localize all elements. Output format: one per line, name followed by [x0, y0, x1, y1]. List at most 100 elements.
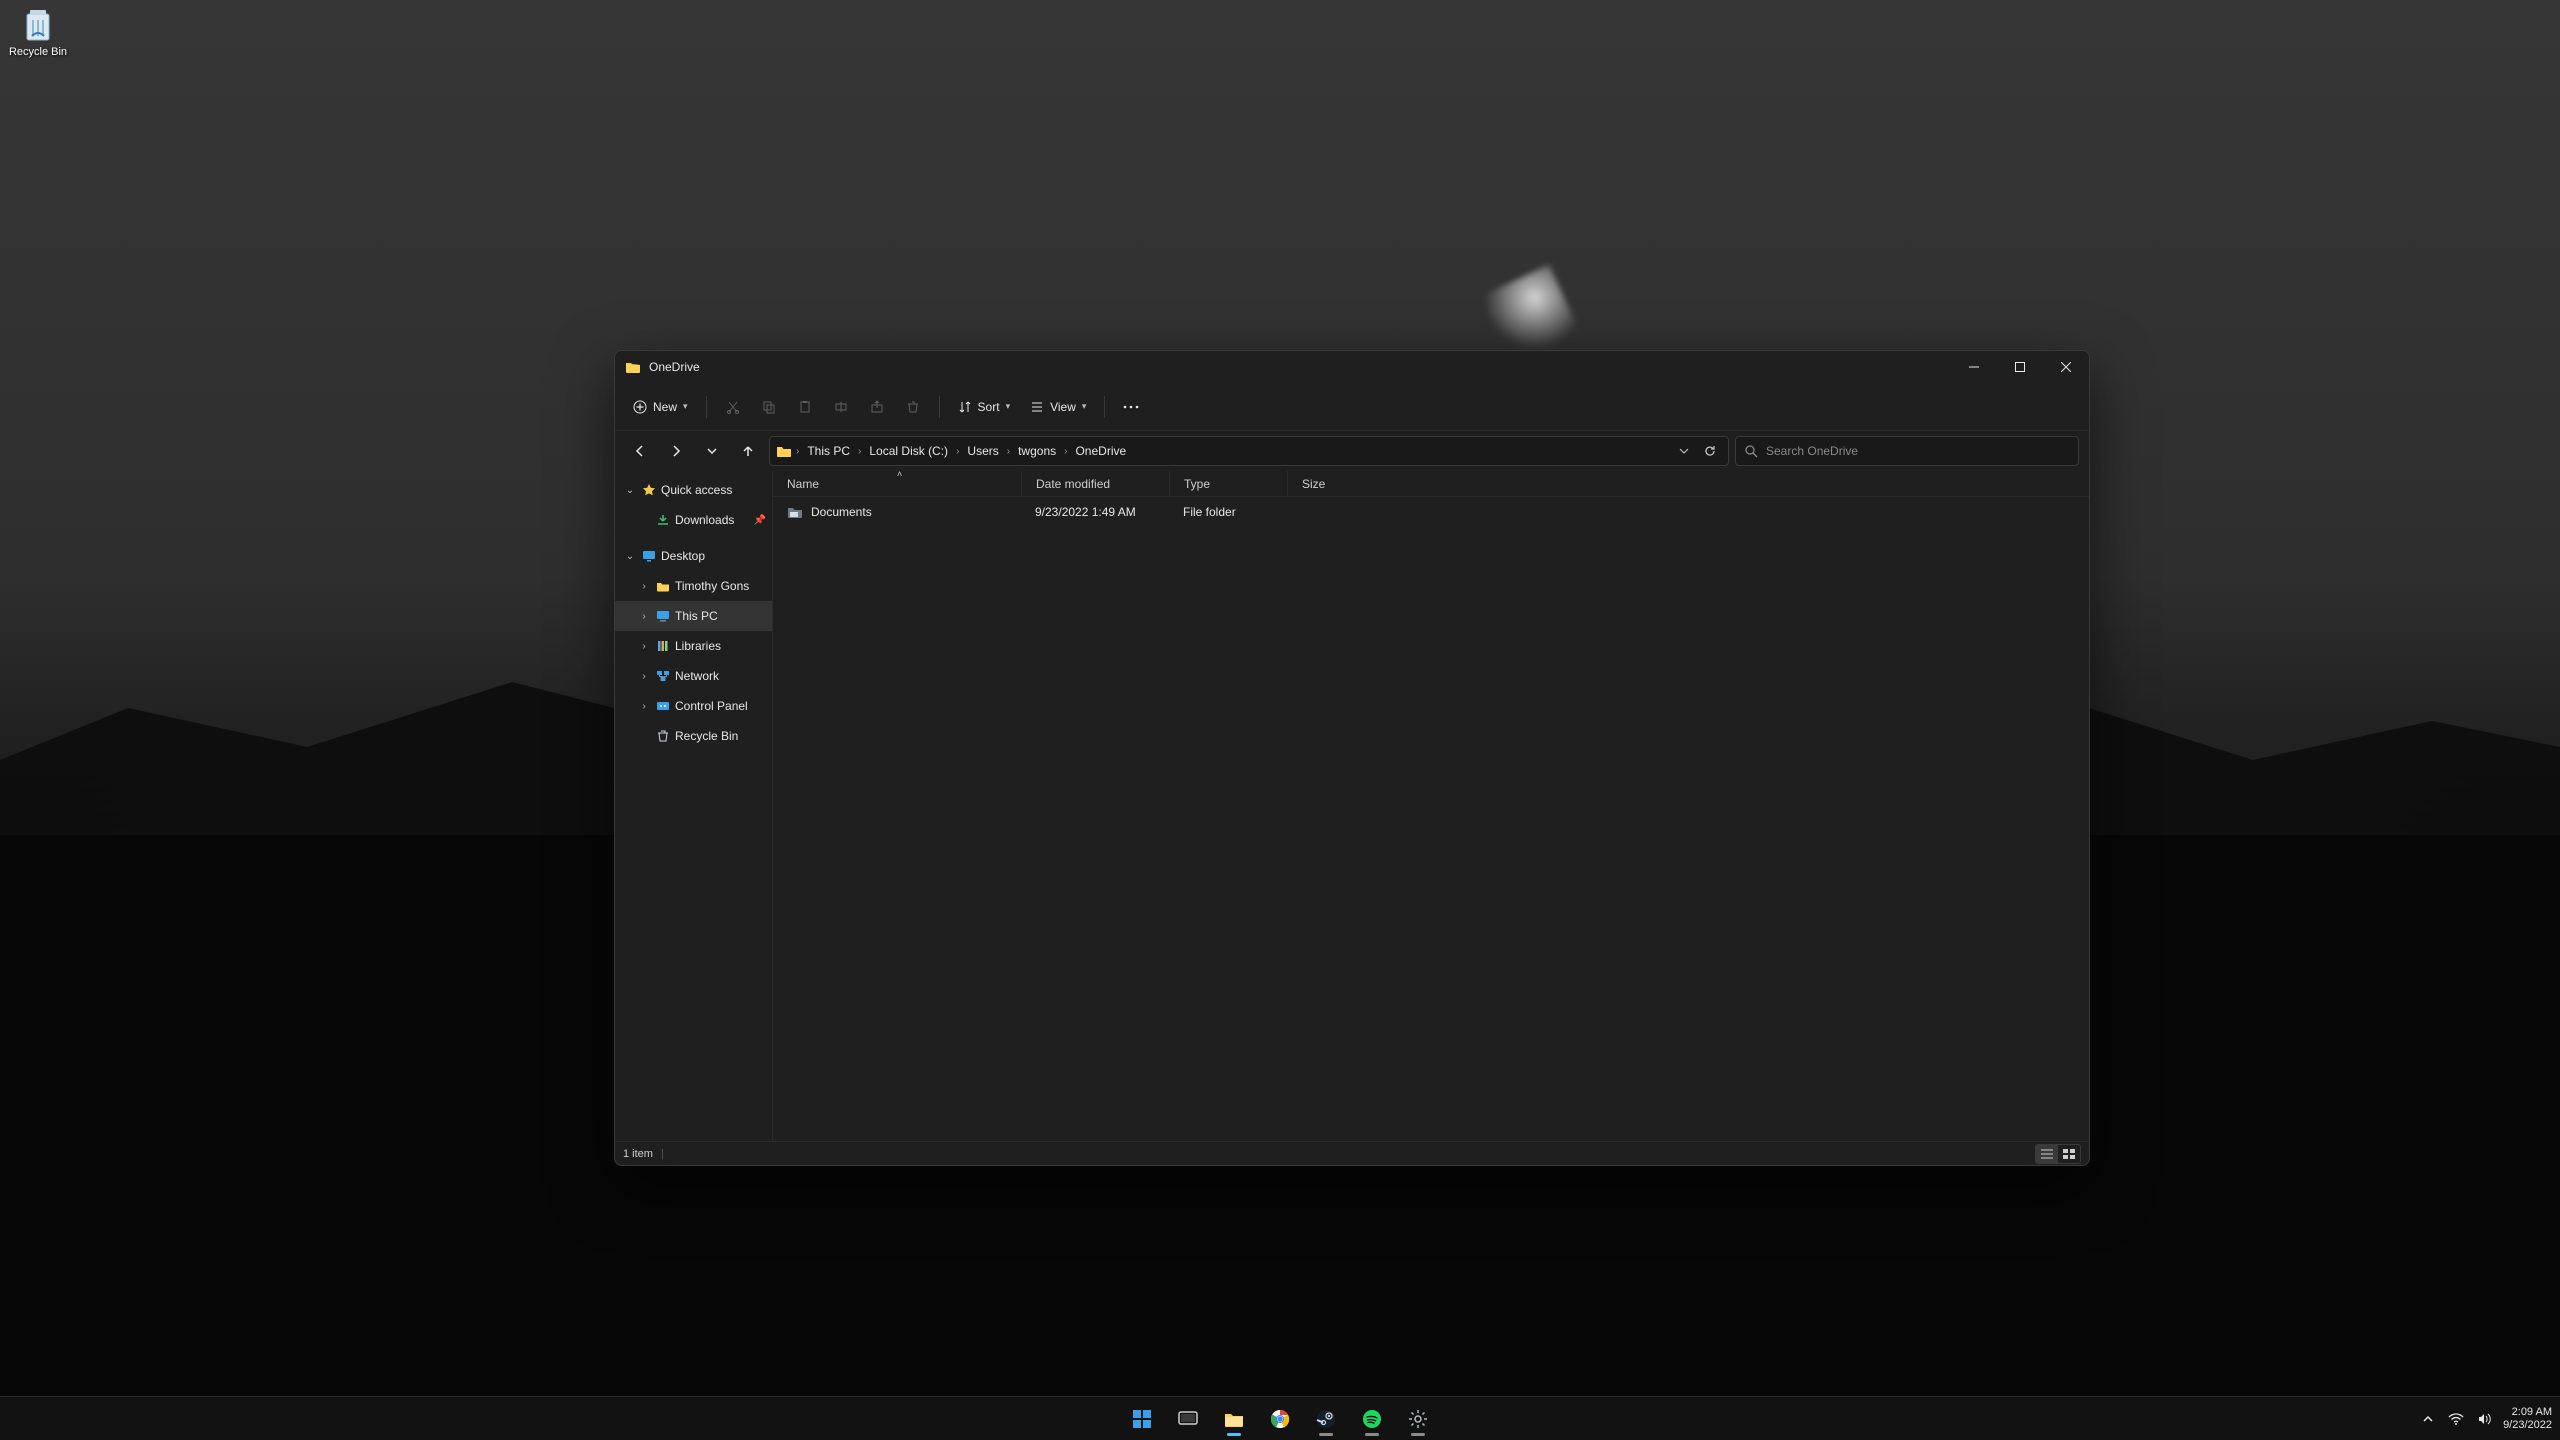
chevron-right-icon: ›	[858, 446, 861, 457]
taskbar-time: 2:09 AM	[2503, 1406, 2552, 1419]
recycle-bin-icon	[21, 6, 55, 44]
search-input[interactable]	[1766, 444, 2070, 458]
taskbar-chrome[interactable]	[1260, 1399, 1300, 1439]
command-bar: New ▾ Sort ▾ View ▾	[615, 383, 2089, 431]
back-button[interactable]	[625, 436, 655, 466]
file-date: 9/23/2022 1:49 AM	[1021, 505, 1169, 519]
breadcrumb-this-pc[interactable]: This PC	[803, 442, 854, 460]
chevron-right-icon: ›	[1064, 446, 1067, 457]
chevron-right-icon: ›	[796, 446, 799, 457]
sidebar-this-pc[interactable]: › This PC	[615, 601, 772, 631]
minimize-button[interactable]	[1951, 351, 1997, 383]
column-name[interactable]: Name ˄	[773, 471, 1021, 496]
tray-overflow[interactable]	[2419, 1410, 2437, 1428]
sort-button[interactable]: Sort ▾	[950, 391, 1019, 423]
volume-icon[interactable]	[2475, 1410, 2493, 1428]
maximize-button[interactable]	[1997, 351, 2043, 383]
ellipsis-icon	[1123, 405, 1139, 409]
chevron-down-icon: ⌄	[623, 485, 637, 496]
status-bar: 1 item |	[615, 1141, 2089, 1165]
recent-button[interactable]	[697, 436, 727, 466]
breadcrumb-users[interactable]: Users	[963, 442, 1002, 460]
copy-icon	[762, 400, 776, 414]
chevron-down-icon: ▾	[683, 401, 688, 412]
sidebar-quick-access[interactable]: ⌄ Quick access	[615, 475, 772, 505]
table-row[interactable]: Documents 9/23/2022 1:49 AM File folder	[773, 497, 2089, 527]
sidebar-network[interactable]: › Network	[615, 661, 772, 691]
sidebar-control-panel[interactable]: › Control Panel	[615, 691, 772, 721]
view-icon	[1030, 400, 1044, 414]
file-type: File folder	[1169, 505, 1287, 519]
chevron-right-icon: ›	[956, 446, 959, 457]
share-icon	[870, 400, 884, 414]
new-icon	[633, 400, 647, 414]
share-button[interactable]	[861, 391, 893, 423]
star-icon	[641, 482, 657, 498]
chrome-icon	[1270, 1409, 1290, 1429]
forward-button[interactable]	[661, 436, 691, 466]
up-button[interactable]	[733, 436, 763, 466]
close-button[interactable]	[2043, 351, 2089, 383]
recycle-bin-icon	[655, 728, 671, 744]
sort-icon	[958, 400, 972, 414]
folder-icon	[655, 578, 671, 594]
windows-icon	[1132, 1409, 1152, 1429]
view-button[interactable]: View ▾	[1022, 391, 1094, 423]
taskbar-settings[interactable]	[1398, 1399, 1438, 1439]
folder-icon	[625, 359, 641, 375]
refresh-button[interactable]	[1698, 439, 1722, 463]
breadcrumb-onedrive[interactable]: OneDrive	[1071, 442, 1130, 460]
cut-button[interactable]	[717, 391, 749, 423]
sidebar-desktop[interactable]: ⌄ Desktop	[615, 541, 772, 571]
taskbar: 2:09 AM 9/23/2022	[0, 1396, 2560, 1440]
delete-icon	[906, 400, 920, 414]
desktop-icon	[641, 548, 657, 564]
details-view-button[interactable]	[2036, 1145, 2058, 1163]
breadcrumb-twgons[interactable]: twgons	[1014, 442, 1060, 460]
address-dropdown[interactable]	[1672, 439, 1696, 463]
network-icon	[655, 668, 671, 684]
chevron-right-icon: ›	[637, 671, 651, 682]
chevron-down-icon: ▾	[1082, 401, 1087, 412]
folder-icon	[776, 443, 792, 459]
copy-button[interactable]	[753, 391, 785, 423]
this-pc-icon	[655, 608, 671, 624]
address-bar[interactable]: › This PC › Local Disk (C:) › Users › tw…	[769, 436, 1729, 466]
paste-button[interactable]	[789, 391, 821, 423]
desktop-recycle-bin-label: Recycle Bin	[9, 46, 67, 58]
delete-button[interactable]	[897, 391, 929, 423]
folder-icon	[787, 504, 803, 520]
column-date[interactable]: Date modified	[1021, 471, 1169, 496]
taskbar-file-explorer[interactable]	[1214, 1399, 1254, 1439]
sidebar-libraries[interactable]: › Libraries	[615, 631, 772, 661]
thumbnails-view-button[interactable]	[2058, 1145, 2080, 1163]
chevron-down-icon: ▾	[1006, 401, 1011, 412]
file-explorer-icon	[1223, 1408, 1245, 1430]
file-list[interactable]: Documents 9/23/2022 1:49 AM File folder	[773, 497, 2089, 1141]
desktop-recycle-bin[interactable]: Recycle Bin	[8, 6, 68, 58]
libraries-icon	[655, 638, 671, 654]
taskbar-spotify[interactable]	[1352, 1399, 1392, 1439]
more-button[interactable]	[1115, 391, 1147, 423]
chevron-down-icon: ⌄	[623, 551, 637, 562]
start-button[interactable]	[1122, 1399, 1162, 1439]
taskbar-task-view[interactable]	[1168, 1399, 1208, 1439]
sidebar-recycle-bin[interactable]: Recycle Bin	[615, 721, 772, 751]
file-explorer-window: OneDrive New ▾ Sort	[614, 350, 2090, 1166]
new-button[interactable]: New ▾	[625, 391, 696, 423]
search-icon	[1744, 444, 1758, 458]
taskbar-clock[interactable]: 2:09 AM 9/23/2022	[2503, 1406, 2552, 1432]
breadcrumb-local-disk[interactable]: Local Disk (C:)	[865, 442, 952, 460]
column-type[interactable]: Type	[1169, 471, 1287, 496]
sidebar-downloads[interactable]: Downloads 📌	[615, 505, 772, 535]
rename-button[interactable]	[825, 391, 857, 423]
task-view-icon	[1178, 1409, 1198, 1429]
titlebar[interactable]: OneDrive	[615, 351, 2089, 383]
sidebar-user-folder[interactable]: › Timothy Gons	[615, 571, 772, 601]
wifi-icon[interactable]	[2447, 1410, 2465, 1428]
taskbar-steam[interactable]	[1306, 1399, 1346, 1439]
search-box[interactable]	[1735, 436, 2079, 466]
system-tray: 2:09 AM 9/23/2022	[2419, 1406, 2552, 1432]
column-size[interactable]: Size	[1287, 471, 1359, 496]
view-toggle	[2035, 1144, 2081, 1164]
